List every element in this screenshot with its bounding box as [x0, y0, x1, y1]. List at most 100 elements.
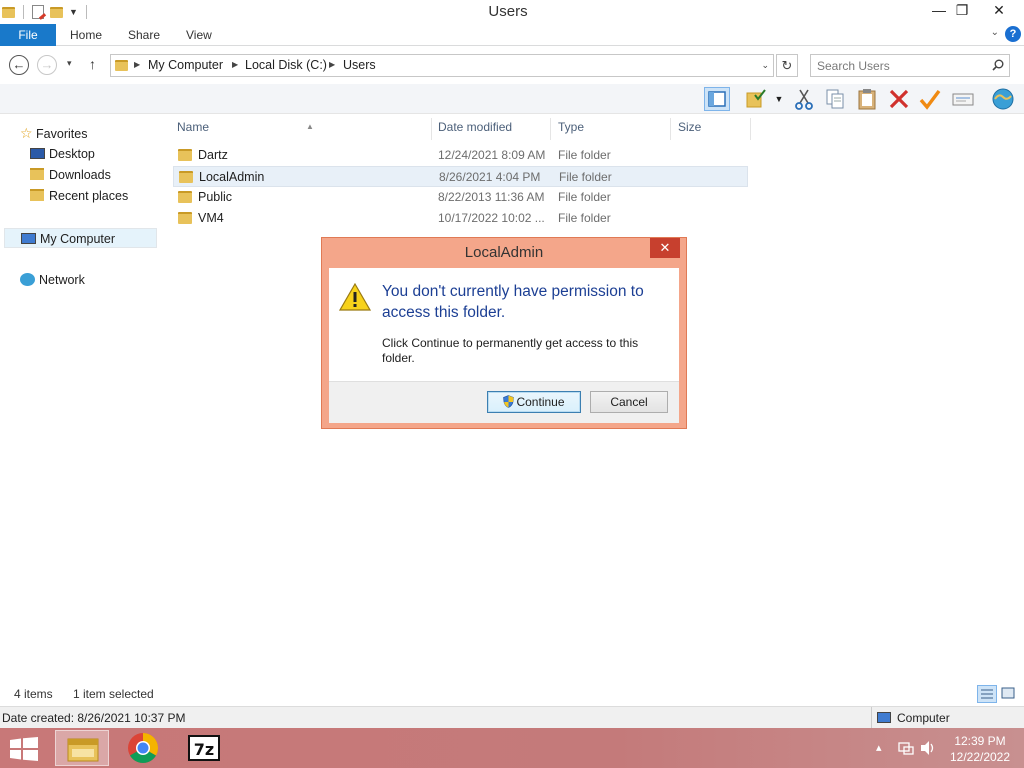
file-type: File folder [559, 170, 612, 184]
search-input[interactable] [817, 55, 987, 76]
details-bar: Date created: 8/26/2021 10:37 PM Compute… [0, 706, 1024, 728]
clock-date[interactable]: 12/22/2022 [940, 750, 1020, 764]
column-header-name[interactable]: Name ▲ [172, 118, 432, 140]
file-date-modified: 12/24/2021 8:09 AM [438, 148, 546, 162]
warning-icon [339, 283, 371, 311]
recent-locations-dropdown[interactable]: ▾ [67, 58, 72, 69]
column-header-size[interactable]: Size [673, 118, 751, 140]
expand-ribbon-icon[interactable]: ⌄ [991, 27, 999, 38]
taskbar-file-explorer[interactable] [55, 730, 109, 766]
preview-pane-button[interactable] [704, 87, 730, 111]
network-button[interactable] [990, 87, 1016, 111]
clipboard-icon [858, 89, 876, 110]
properties-button[interactable] [951, 87, 977, 111]
column-header-date-modified[interactable]: Date modified [433, 118, 551, 140]
window-title: Users [488, 3, 528, 20]
dialog-close-button[interactable]: ✕ [650, 238, 680, 258]
file-type: File folder [558, 190, 611, 204]
address-box[interactable]: ▶ My Computer ▶ Local Disk (C:) ▶ Users … [110, 54, 774, 77]
details-view-button[interactable] [977, 685, 997, 703]
nav-desktop[interactable]: Desktop [30, 144, 95, 164]
breadcrumb-separator-icon[interactable]: ▶ [329, 60, 335, 69]
nav-recent-places-label: Recent places [49, 189, 129, 203]
folder-icon [115, 60, 128, 71]
volume-icon[interactable] [920, 740, 936, 756]
file-date-modified: 8/22/2013 11:36 AM [438, 190, 545, 204]
show-hidden-icons-button[interactable]: ▴ [876, 741, 882, 754]
breadcrumb-separator-icon[interactable]: ▶ [134, 60, 140, 69]
tab-view[interactable]: View [186, 24, 212, 46]
nav-recent-places[interactable]: Recent places [30, 186, 128, 206]
breadcrumb-separator-icon[interactable]: ▶ [232, 60, 238, 69]
windows-start-icon[interactable] [10, 737, 38, 761]
7zip-icon: 7z [188, 735, 220, 761]
uac-shield-icon [503, 394, 515, 408]
folder-icon [178, 191, 192, 203]
nav-favorites[interactable]: ☆ Favorites [20, 123, 87, 143]
back-button[interactable]: ← [9, 55, 29, 75]
nav-downloads[interactable]: Downloads [30, 165, 111, 185]
nav-network[interactable]: Network [20, 270, 85, 290]
folder-icon [178, 212, 192, 224]
large-icons-view-icon [1001, 687, 1015, 699]
nav-downloads-label: Downloads [49, 168, 111, 182]
tab-home[interactable]: Home [70, 24, 102, 46]
column-header-type[interactable]: Type [553, 118, 671, 140]
file-type: File folder [558, 211, 611, 225]
file-row-vm4[interactable]: VM4 10/17/2022 10:02 ... File folder [173, 208, 748, 229]
layout-icon [708, 91, 726, 107]
delete-x-icon [889, 89, 909, 109]
select-dropdown-icon[interactable]: ▼ [772, 87, 786, 111]
breadcrumb-my-computer[interactable]: My Computer [148, 58, 223, 72]
dialog-body: You don't currently have permission to a… [329, 268, 679, 423]
help-icon[interactable]: ? [1005, 26, 1021, 42]
file-type: File folder [558, 148, 611, 162]
tab-file[interactable]: File [0, 24, 56, 46]
forward-button[interactable]: → [37, 55, 57, 75]
address-dropdown-icon[interactable]: ⌄ [761, 60, 769, 71]
delete-button[interactable] [887, 87, 913, 111]
network-icon [20, 273, 35, 286]
ribbon-tabs: File Home Share View ⌄ ? [0, 24, 1024, 46]
cut-button[interactable] [792, 87, 818, 111]
close-button[interactable]: ✕ [986, 0, 1012, 20]
file-name: Public [198, 190, 233, 204]
refresh-button[interactable]: ↻ [776, 54, 798, 77]
continue-label: Continue [516, 394, 565, 409]
globe-icon [992, 88, 1014, 110]
nav-favorites-label: Favorites [36, 127, 88, 141]
taskbar-7zip[interactable]: 7z [178, 730, 232, 766]
desktop-icon [30, 148, 45, 159]
taskbar-chrome[interactable] [116, 730, 170, 766]
file-row-public[interactable]: Public 8/22/2013 11:36 AM File folder [173, 187, 748, 208]
navigation-pane: ☆ Favorites Desktop Downloads Recent pla… [0, 114, 160, 678]
file-name: Dartz [198, 148, 228, 162]
network-tray-icon[interactable] [898, 740, 914, 756]
nav-network-label: Network [39, 273, 85, 287]
file-date-modified: 8/26/2021 4:04 PM [439, 170, 541, 184]
breadcrumb-local-disk[interactable]: Local Disk (C:) [245, 58, 327, 72]
dialog-title: LocalAdmin [464, 244, 544, 261]
file-row-dartz[interactable]: Dartz 12/24/2021 8:09 AM File folder [173, 145, 748, 166]
nav-my-computer[interactable]: My Computer [4, 228, 157, 248]
file-name: LocalAdmin [199, 170, 265, 184]
continue-button[interactable]: Continue [487, 391, 581, 413]
copy-button[interactable] [823, 87, 849, 111]
paste-button[interactable] [855, 87, 881, 111]
select-folder-button[interactable] [744, 87, 770, 111]
title-bar: ▼ Users — ❐ ✕ [0, 0, 1024, 24]
star-icon: ☆ [20, 125, 33, 141]
up-button[interactable]: ↑ [89, 56, 96, 72]
breadcrumb-users[interactable]: Users [343, 58, 376, 72]
file-date-modified: 10/17/2022 10:02 ... [438, 211, 545, 225]
search-box[interactable] [810, 54, 1010, 77]
search-icon[interactable] [992, 59, 1004, 71]
file-row-localadmin[interactable]: LocalAdmin 8/26/2021 4:04 PM File folder [173, 166, 748, 187]
clock-time[interactable]: 12:39 PM [940, 734, 1020, 748]
large-icons-view-button[interactable] [999, 685, 1019, 703]
tab-share[interactable]: Share [128, 24, 160, 46]
rename-button[interactable] [918, 87, 944, 111]
cancel-button[interactable]: Cancel [590, 391, 668, 413]
restore-button[interactable]: ❐ [949, 0, 975, 20]
nav-desktop-label: Desktop [49, 147, 95, 161]
